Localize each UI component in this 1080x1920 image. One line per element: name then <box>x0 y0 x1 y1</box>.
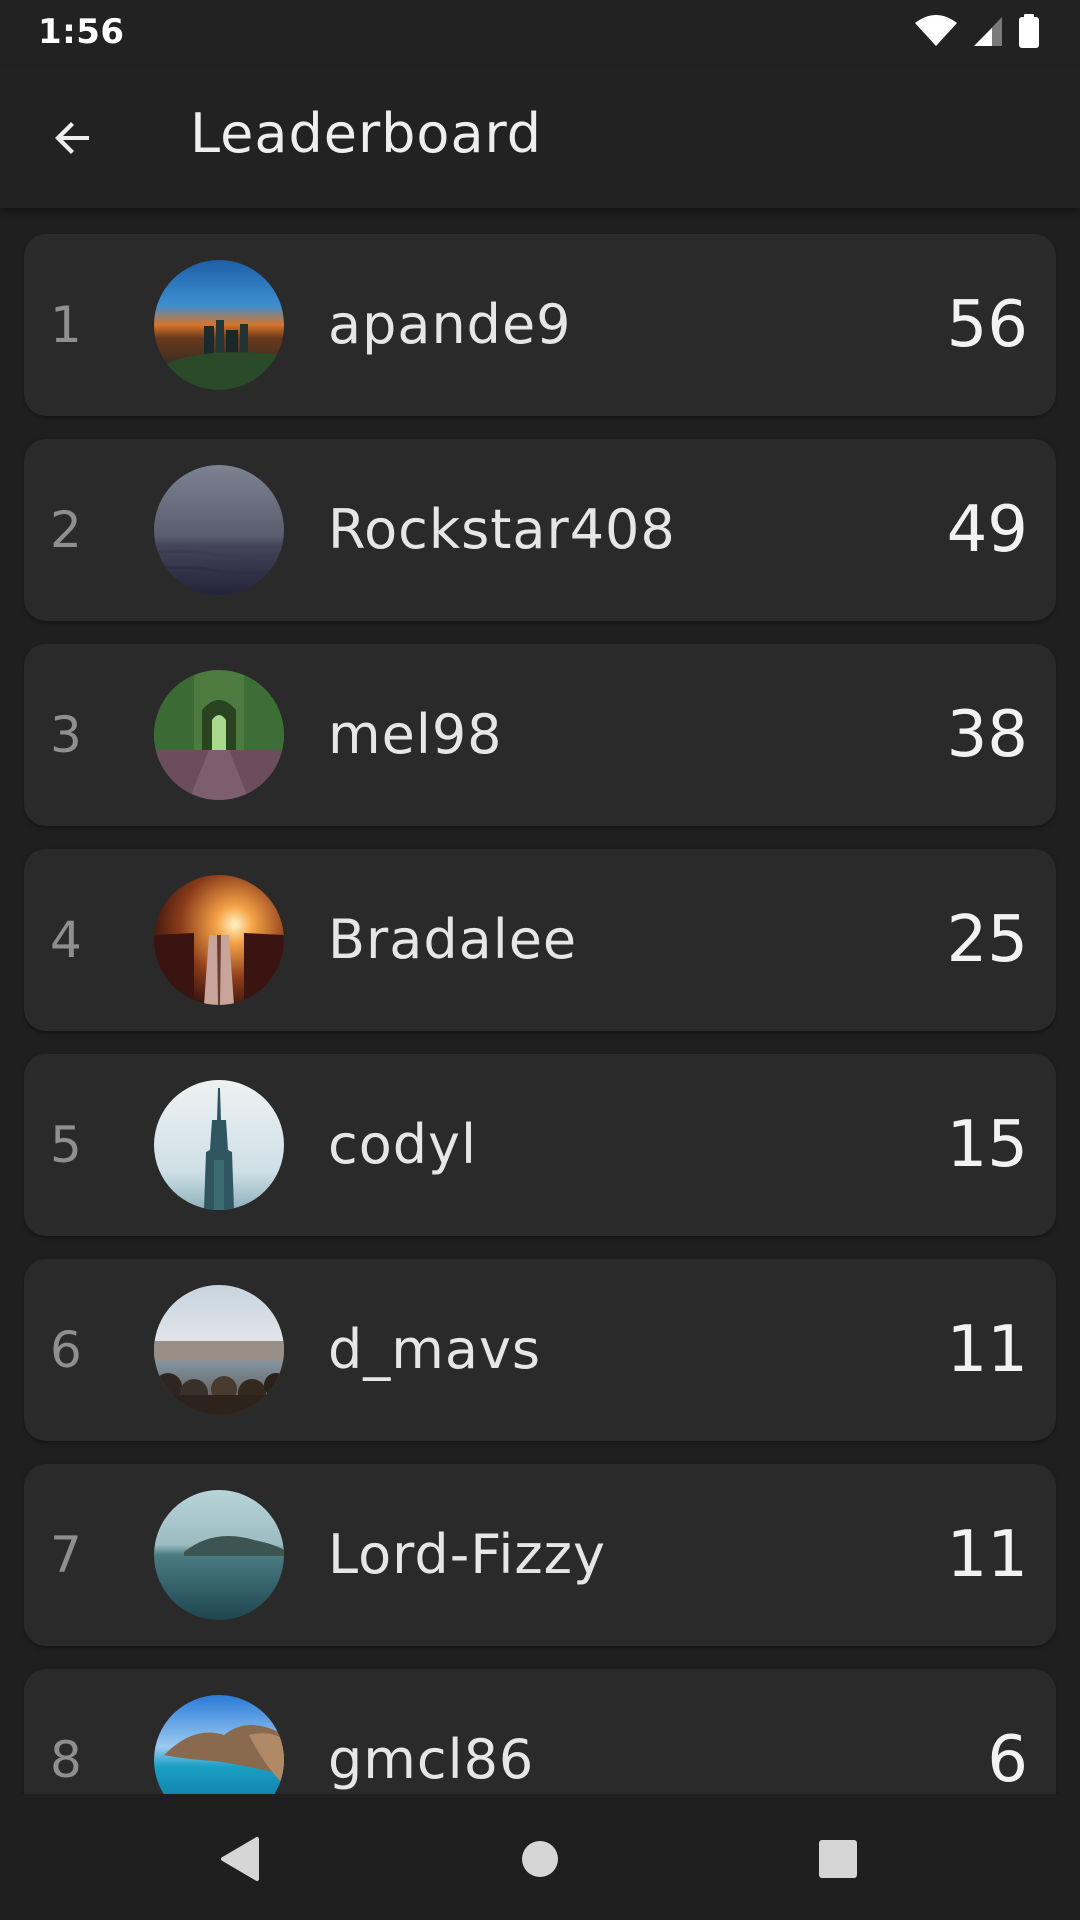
system-nav-bar <box>0 1794 1080 1920</box>
cellular-signal-icon <box>974 17 1002 46</box>
username: Rockstar408 <box>328 498 676 561</box>
wifi-icon <box>915 15 957 46</box>
back-button[interactable] <box>36 101 110 175</box>
avatar <box>154 1490 284 1620</box>
username: Lord-Fizzy <box>328 1523 606 1586</box>
username: mel98 <box>328 703 503 766</box>
leaderboard-row[interactable]: 1 apande9 56 <box>24 234 1056 416</box>
avatar <box>154 1695 284 1794</box>
avatar <box>154 1080 284 1210</box>
status-icons <box>914 14 1040 48</box>
rank-number: 4 <box>50 911 82 969</box>
username: gmcl86 <box>328 1728 535 1791</box>
score: 49 <box>946 493 1028 567</box>
username: codyl <box>328 1113 477 1176</box>
leaderboard-list[interactable]: 1 apande9 56 2 Rockstar408 49 3 mel98 38… <box>0 208 1080 1794</box>
rank-number: 7 <box>50 1526 82 1584</box>
nav-back-button[interactable] <box>204 1824 274 1894</box>
leaderboard-row[interactable]: 3 mel98 38 <box>24 644 1056 826</box>
username: Bradalee <box>328 908 578 971</box>
score: 15 <box>946 1108 1028 1182</box>
rank-number: 2 <box>50 501 82 559</box>
status-bar: 1:56 <box>0 0 1080 66</box>
rank-number: 3 <box>50 706 82 764</box>
avatar <box>154 875 284 1005</box>
score: 6 <box>987 1723 1028 1794</box>
app-bar: Leaderboard <box>0 66 1080 208</box>
leaderboard-row[interactable]: 6 d_mavs 11 <box>24 1259 1056 1441</box>
nav-recents-button[interactable] <box>803 1824 873 1894</box>
rank-number: 1 <box>50 296 82 354</box>
rank-number: 5 <box>50 1116 82 1174</box>
avatar <box>154 1285 284 1415</box>
leaderboard-row[interactable]: 2 Rockstar408 49 <box>24 439 1056 621</box>
nav-home-button[interactable] <box>505 1824 575 1894</box>
score: 25 <box>946 903 1028 977</box>
leaderboard-row[interactable]: 4 Bradalee 25 <box>24 849 1056 1031</box>
avatar <box>154 260 284 390</box>
username: d_mavs <box>328 1318 542 1381</box>
arrow-back-icon <box>55 122 89 154</box>
status-time: 1:56 <box>38 12 125 52</box>
score: 56 <box>946 288 1028 362</box>
rank-number: 8 <box>50 1731 82 1789</box>
leaderboard-list-inner: 1 apande9 56 2 Rockstar408 49 3 mel98 38… <box>24 234 1056 1794</box>
score: 11 <box>946 1313 1028 1387</box>
nav-recents-square-icon <box>819 1840 857 1878</box>
avatar <box>154 465 284 595</box>
score: 11 <box>946 1518 1028 1592</box>
leaderboard-row[interactable]: 5 codyl 15 <box>24 1054 1056 1236</box>
score: 38 <box>946 698 1028 772</box>
leaderboard-row[interactable]: 7 Lord-Fizzy 11 <box>24 1464 1056 1646</box>
rank-number: 6 <box>50 1321 82 1379</box>
battery-icon <box>1019 14 1039 48</box>
nav-back-triangle-icon <box>221 1837 259 1881</box>
leaderboard-screen: 1:56 Leaderboard 1 apande9 56 2 Rockstar… <box>0 0 1080 1920</box>
page-title: Leaderboard <box>190 102 543 165</box>
nav-home-circle-icon <box>522 1841 558 1877</box>
username: apande9 <box>328 293 572 356</box>
avatar <box>154 670 284 800</box>
leaderboard-row[interactable]: 8 gmcl86 6 <box>24 1669 1056 1794</box>
